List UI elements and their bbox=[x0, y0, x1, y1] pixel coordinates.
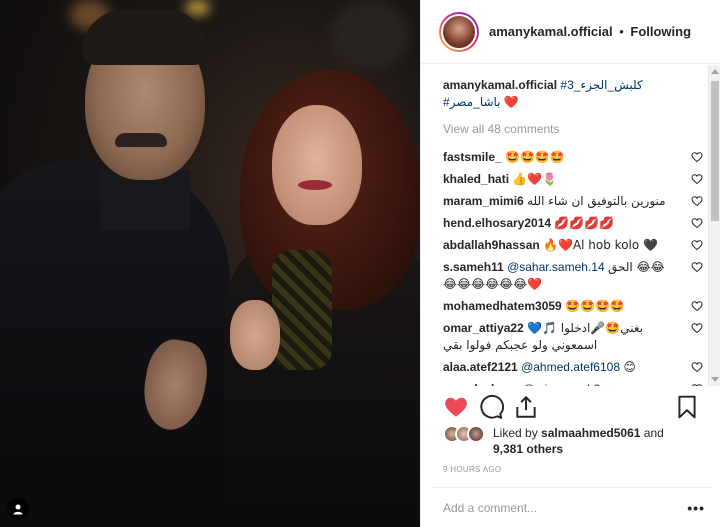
comment-username[interactable]: mohamedhatem3059 bbox=[443, 299, 562, 313]
comment-username[interactable]: alaa.atef2121 bbox=[443, 360, 518, 374]
comments-scrollbar[interactable] bbox=[708, 65, 720, 386]
woman-top bbox=[272, 250, 332, 370]
comment-like-heart-icon[interactable] bbox=[691, 261, 703, 273]
comment-mention[interactable]: @mirasameh3 bbox=[522, 382, 600, 386]
comment-row: maram_mimi6 منورين بالتوفيق ان شاء الله bbox=[443, 193, 703, 210]
scroll-up-arrow[interactable] bbox=[711, 69, 719, 74]
comment-like-heart-icon[interactable] bbox=[691, 217, 703, 229]
comment-text: 💋💋💋💋 bbox=[554, 216, 615, 230]
comment-username[interactable]: maram_mimi6 bbox=[443, 194, 524, 208]
comment-like-heart-icon[interactable] bbox=[691, 322, 703, 334]
comment-username[interactable]: omar_attiya22 bbox=[443, 321, 524, 335]
add-comment-bar: ••• bbox=[431, 487, 713, 527]
comment-text: 👍❤️🌷 bbox=[512, 172, 558, 186]
post-photo[interactable] bbox=[0, 0, 420, 527]
background-light bbox=[185, 0, 210, 15]
comment-row: hend.elhosary2014 💋💋💋💋 bbox=[443, 215, 703, 232]
header-separator: • bbox=[619, 24, 624, 39]
comment-like-heart-icon[interactable] bbox=[691, 361, 703, 373]
likes-count[interactable]: 9,381 others bbox=[493, 442, 563, 456]
comment-like-heart-icon[interactable] bbox=[691, 239, 703, 251]
comment-row: abdallah9hassan 🔥❤️Al hob kolo 🖤 bbox=[443, 237, 703, 254]
comment-username[interactable]: khaled_hati bbox=[443, 172, 509, 186]
user-tag-icon[interactable] bbox=[7, 498, 29, 520]
post-header: amanykamal.official • Following bbox=[421, 0, 720, 64]
comment-text: 😊 bbox=[623, 360, 636, 374]
following-button[interactable]: Following bbox=[630, 24, 691, 39]
post-side-panel: amanykamal.official • Following amanykam… bbox=[420, 0, 720, 527]
comment-like-heart-icon[interactable] bbox=[691, 173, 703, 185]
comment-icon[interactable] bbox=[478, 394, 504, 420]
background-person bbox=[330, 0, 410, 70]
woman-lips bbox=[298, 180, 332, 190]
comment-username[interactable]: hend.elhosary2014 bbox=[443, 216, 551, 230]
comment-text: منورين بالتوفيق ان شاء الله bbox=[527, 194, 666, 208]
comment-row: emanlasheen @mirasameh3 bbox=[443, 381, 703, 386]
comment-row: fastsmile_ 🤩🤩🤩🤩 bbox=[443, 149, 703, 166]
comment-username[interactable]: emanlasheen bbox=[443, 382, 519, 386]
liked-by-user[interactable]: salmaahmed5061 bbox=[541, 426, 640, 440]
liker-avatars[interactable] bbox=[443, 425, 489, 445]
scroll-thumb[interactable] bbox=[711, 81, 719, 221]
liked-by-and: and bbox=[640, 426, 664, 440]
man-hair bbox=[82, 10, 208, 65]
comment-text: 🤩🤩🤩🤩 bbox=[505, 150, 565, 164]
comment-row: alaa.atef2121 @ahmed.atef6108 😊 bbox=[443, 359, 703, 376]
comment-text: 🤩🤩🤩🤩 bbox=[565, 299, 625, 313]
add-comment-input[interactable] bbox=[443, 500, 663, 515]
comment-row: mohamedhatem3059 🤩🤩🤩🤩 bbox=[443, 298, 703, 315]
more-options-button[interactable]: ••• bbox=[687, 500, 705, 516]
avatar[interactable] bbox=[439, 11, 479, 52]
comment-row: omar_attiya22 بغني🤩🎤ادخلوا 🎵💙اسمعوني ولو… bbox=[443, 320, 703, 354]
view-all-comments-link[interactable]: View all 48 comments bbox=[443, 121, 689, 138]
comment-text: 🔥❤️Al hob kolo 🖤 bbox=[543, 238, 658, 252]
comment-username[interactable]: fastsmile_ bbox=[443, 150, 502, 164]
comment-row: khaled_hati 👍❤️🌷 bbox=[443, 171, 703, 188]
comments-list[interactable]: amanykamal.official #كلبش_الجزء_3 #باشا_… bbox=[421, 65, 720, 386]
woman-hand bbox=[230, 300, 280, 370]
caption-hashtag-line2[interactable]: #باشا_مصر ❤️ bbox=[443, 95, 519, 109]
comment-like-heart-icon[interactable] bbox=[691, 195, 703, 207]
comment-row: s.sameh11 @sahar.sameh.14 الحق 😂😂😂😂😂😂😂😂❤… bbox=[443, 259, 703, 293]
bookmark-icon[interactable] bbox=[674, 394, 700, 420]
comment-username[interactable]: s.sameh11 bbox=[443, 260, 504, 274]
likes-text: Liked by salmaahmed5061 and 9,381 others bbox=[493, 425, 664, 457]
scroll-down-arrow[interactable] bbox=[711, 377, 719, 382]
liked-by-prefix: Liked by bbox=[493, 426, 542, 440]
comment-mention[interactable]: @sahar.sameh.14 bbox=[507, 260, 605, 274]
caption-hashtag-line1[interactable]: #كلبش_الجزء_3 bbox=[560, 78, 642, 92]
post-actions bbox=[443, 392, 703, 422]
man-mustache bbox=[115, 133, 167, 147]
comment-like-heart-icon[interactable] bbox=[691, 383, 703, 386]
comment-like-heart-icon[interactable] bbox=[691, 151, 703, 163]
likes-summary: Liked by salmaahmed5061 and 9,381 others bbox=[443, 425, 703, 457]
post-timestamp[interactable]: 9 HOURS AGO bbox=[443, 465, 501, 474]
woman-face bbox=[272, 105, 362, 225]
like-heart-icon[interactable] bbox=[443, 394, 469, 420]
comment-like-heart-icon[interactable] bbox=[691, 300, 703, 312]
header-username[interactable]: amanykamal.official bbox=[489, 24, 613, 39]
share-icon[interactable] bbox=[513, 394, 539, 420]
comment-username[interactable]: abdallah9hassan bbox=[443, 238, 540, 252]
caption-username[interactable]: amanykamal.official bbox=[443, 78, 557, 92]
post-caption: amanykamal.official #كلبش_الجزء_3 #باشا_… bbox=[443, 77, 689, 111]
comment-mention[interactable]: @ahmed.atef6108 bbox=[521, 360, 620, 374]
